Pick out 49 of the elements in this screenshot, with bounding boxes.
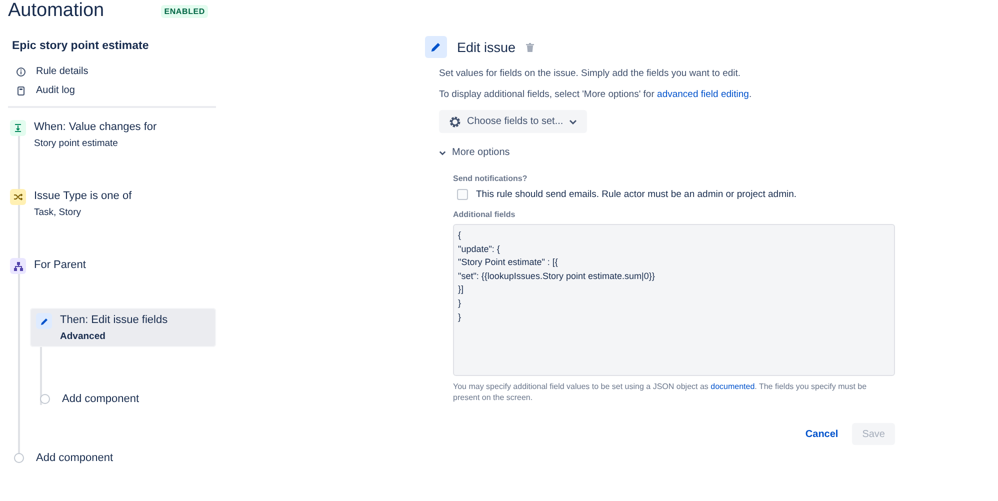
more-options-toggle[interactable]: More options [439,147,510,158]
pencil-icon [425,36,447,58]
nav-link[interactable]: Rule details [16,66,216,77]
component-detail: Story point estimate [34,138,119,149]
delete-icon[interactable] [526,42,534,52]
editor-title: Edit issue [457,40,516,54]
trigger-icon [10,120,26,136]
shuffle-icon [10,189,26,205]
component-title: Add component [62,392,140,406]
add-node-icon [40,394,50,404]
help-text: You may specify additional field values to be set using a JSON object as documented. The fields you specify must be present on the screen. [453,381,868,403]
status-lozenge: ENABLED [161,4,208,18]
add-node-icon [14,453,24,463]
advanced-editing-link[interactable]: advanced field editing [657,89,749,100]
documented-link[interactable]: documented [710,382,755,391]
component-item[interactable]: Issue Type is one of Task, Story [8,189,216,218]
component-title: Then: Edit issue fields [60,313,168,327]
chevron-down-icon [439,150,446,156]
info-text: To display additional fields, select 'More options' for advanced field editing. [439,89,753,100]
component-item[interactable]: When: Value changes for Story point estimate [8,120,216,149]
selected-component[interactable]: Then: Edit issue fields Advanced [30,308,216,347]
component-title: Issue Type is one of [34,189,132,203]
checkbox-label: This rule should send emails. Rule actor must be an admin or project admin. [476,189,797,200]
pencil-icon [36,313,52,329]
component-item[interactable]: Add component [30,387,216,411]
json-input-field[interactable]: { "update": { "Story Point estimate" : [{ "set": {{lookupIssues.Story point estimate.sum|0}} }] } } [453,224,895,376]
component-title: Add component [36,451,114,465]
gear-icon [449,116,461,128]
component-title: For Parent [34,258,86,272]
nav-link[interactable]: Audit log [16,85,216,96]
choose-fields-button[interactable]: Choose fields to set... [439,110,588,133]
document-icon [16,86,26,96]
rule-name: Epic story point estimate [12,40,150,52]
field-label: Additional fields [453,210,516,219]
component-item[interactable]: Add component [8,451,216,465]
info-icon [16,66,26,76]
component-detail: Task, Story [34,207,82,218]
component-detail: Advanced [60,331,106,342]
page-title: Automation [8,0,104,22]
nav-label: Audit log [36,85,75,96]
field-label: Send notifications? [453,174,528,183]
component-title: When: Value changes for [34,120,157,134]
component-item[interactable]: For Parent [8,258,216,274]
chevron-down-icon [569,118,578,124]
cancel-button[interactable]: Cancel [801,423,842,445]
checkbox[interactable] [457,189,468,200]
description-text: Set values for fields on the issue. Simply add the fields you want to edit. [439,68,742,79]
hierarchy-icon [10,258,26,274]
nav-label: Rule details [36,66,88,77]
